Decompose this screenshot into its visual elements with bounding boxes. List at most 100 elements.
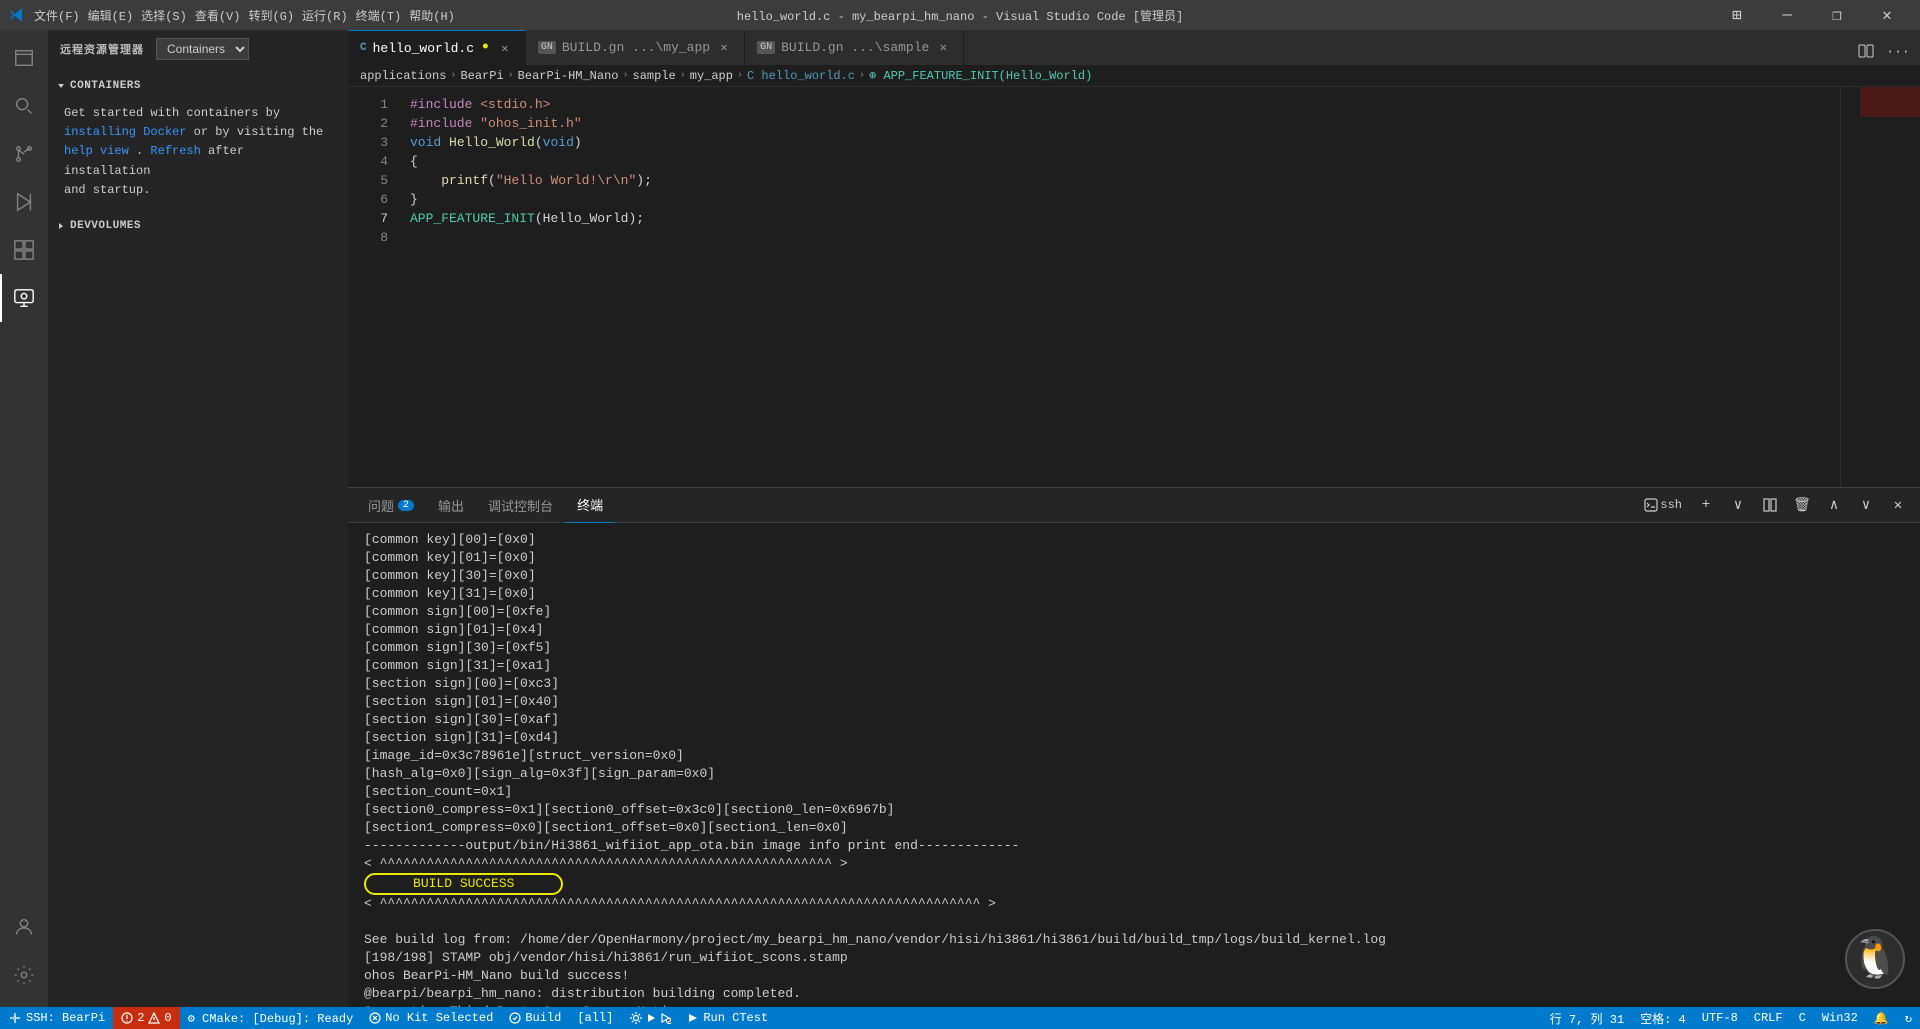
line-num-6: 6 [348,190,388,209]
grid-button[interactable]: ⊞ [1714,0,1760,30]
breadcrumb-sep2: › [508,70,514,81]
sidebar-dropdown[interactable]: Containers [156,38,249,60]
tab-build-my-app-label: BUILD.gn ...\my_app [562,40,710,55]
close-button[interactable]: ✕ [1864,0,1910,30]
term-line-8: [common sign][31]=[0xa1] [364,658,551,673]
breadcrumb-sample[interactable]: sample [633,69,676,83]
tab-hello-world[interactable]: C hello_world.c • ✕ [348,30,526,65]
containers-text1: Get started with containers by [64,106,280,120]
debug-action-icon[interactable] [659,1012,671,1024]
line-num-7: 7 [348,209,388,228]
code-editor[interactable]: 1 2 3 4 5 6 7 8 #include <stdio.h> #incl… [348,87,1920,487]
cmake-label: ⚙ CMake: [Debug]: Ready [188,1011,354,1026]
menu-help[interactable]: 帮助(H) [409,7,455,24]
floating-icon[interactable]: 🐧 [1845,924,1905,994]
add-terminal-button[interactable]: + [1692,491,1720,519]
tab-build-my-app[interactable]: GN BUILD.gn ...\my_app ✕ [526,30,745,65]
activity-source-control[interactable] [0,130,48,178]
panel-chevron-down-button2[interactable]: ∨ [1852,491,1880,519]
status-build[interactable]: Build [501,1007,569,1029]
maximize-button[interactable]: ❐ [1814,0,1860,30]
sidebar: 远程资源管理器 Containers CONTAINERS Get starte… [48,30,348,1007]
status-all[interactable]: [all] [569,1007,621,1029]
panel-chevron-up-button[interactable]: ∧ [1820,491,1848,519]
error-count: 2 [137,1011,144,1025]
code-content[interactable]: #include <stdio.h> #include "ohos_init.h… [398,87,1840,487]
status-line-col[interactable]: 行 7, 列 31 [1542,1007,1632,1029]
panel-terminal-label: 终端 [577,495,603,514]
panel-tab-output[interactable]: 输出 [426,488,476,523]
panel-tab-debug[interactable]: 调试控制台 [476,488,565,523]
status-encoding[interactable]: UTF-8 [1694,1007,1746,1029]
split-terminal-button[interactable] [1756,491,1784,519]
containers-section: CONTAINERS Get started with containers b… [48,68,348,216]
notification-icon: 🔔 [1874,1011,1889,1026]
term-line-24: ohos BearPi-HM_Nano build success! [364,968,629,983]
split-editor-button[interactable] [1852,37,1880,65]
help-view-link[interactable]: help view [64,144,129,158]
status-line-ending[interactable]: CRLF [1746,1007,1791,1029]
activity-accounts[interactable] [0,903,48,951]
panel-tab-terminal[interactable]: 终端 [565,488,615,523]
floating-avatar[interactable]: 🐧 [1845,929,1905,989]
menu-edit[interactable]: 编辑(E) [88,7,134,24]
panel-output-label: 输出 [438,496,464,515]
menu-goto[interactable]: 转到(G) [248,7,294,24]
breadcrumb-applications[interactable]: applications [360,69,446,83]
status-errors[interactable]: 2 0 [113,1007,179,1029]
status-platform[interactable]: Win32 [1814,1007,1866,1029]
term-line-21: < ^^^^^^^^^^^^^^^^^^^^^^^^^^^^^^^^^^^^^^… [364,896,996,911]
panel: 问题 2 输出 调试控制台 终端 ssh [348,487,1920,1007]
settings-action-icon[interactable] [629,1011,643,1025]
install-docker-link[interactable]: installing Docker [64,125,186,139]
refresh-link[interactable]: Refresh [150,144,200,158]
breadcrumb-my-app[interactable]: my_app [690,69,733,83]
term-line-3: [common key][30]=[0x0] [364,568,536,583]
devvolumes-section-header[interactable]: DEVVOLUMES [48,216,348,236]
minimize-button[interactable]: — [1764,0,1810,30]
menu-terminal[interactable]: 终端(T) [356,7,402,24]
activity-settings[interactable] [0,951,48,999]
line-numbers: 1 2 3 4 5 6 7 8 [348,87,398,487]
menu-run[interactable]: 运行(R) [302,7,348,24]
breadcrumb-file[interactable]: C hello_world.c [747,69,855,83]
status-remote[interactable]: SSH: BearPi [0,1007,113,1029]
activity-extensions[interactable] [0,226,48,274]
play-action-icon[interactable] [645,1012,657,1024]
term-line-15: [section_count=0x1] [364,784,512,799]
more-tabs-button[interactable]: ··· [1884,37,1912,65]
activity-explorer[interactable] [0,34,48,82]
status-cmake[interactable]: ⚙ CMake: [Debug]: Ready [180,1007,362,1029]
tab-hello-world-close[interactable]: ✕ [497,40,513,56]
panel-tab-problems[interactable]: 问题 2 [356,488,426,523]
terminal-content[interactable]: [common key][00]=[0x0] [common key][01]=… [348,523,1920,1007]
status-sync[interactable]: ↻ [1897,1007,1920,1029]
status-notification[interactable]: 🔔 [1866,1007,1897,1029]
breadcrumb-bearpi-hm-nano[interactable]: BearPi-HM_Nano [518,69,619,83]
gn-file-icon1: GN [538,41,556,54]
containers-section-header[interactable]: CONTAINERS [48,76,348,96]
activity-search[interactable] [0,82,48,130]
activity-run[interactable] [0,178,48,226]
chevron-down-button[interactable]: ∨ [1724,491,1752,519]
menu-view[interactable]: 查看(V) [195,7,241,24]
status-language[interactable]: C [1791,1007,1814,1029]
delete-terminal-button[interactable]: 🗑 [1788,491,1816,519]
menu-select[interactable]: 选择(S) [141,7,187,24]
activity-remote-explorer[interactable] [0,274,48,322]
status-right: 行 7, 列 31 空格: 4 UTF-8 CRLF C Win32 🔔 ↻ [1542,1007,1920,1029]
nokit-icon [369,1012,381,1024]
panel-close-button[interactable]: ✕ [1884,491,1912,519]
breadcrumb-symbol[interactable]: ⊕ APP_FEATURE_INIT(Hello_World) [869,68,1092,83]
line-num-2: 2 [348,114,388,133]
status-nokit[interactable]: No Kit Selected [361,1007,501,1029]
status-spaces[interactable]: 空格: 4 [1632,1007,1694,1029]
term-line-17: [section1_compress=0x0][section1_offset=… [364,820,848,835]
line-ending-label: CRLF [1754,1011,1783,1025]
tab-build-my-app-close[interactable]: ✕ [716,40,732,56]
tab-build-sample-close[interactable]: ✕ [935,40,951,56]
menu-file[interactable]: 文件(F) [34,7,80,24]
status-run-ctest[interactable]: Run CTest [679,1007,776,1029]
tab-build-sample[interactable]: GN BUILD.gn ...\sample ✕ [745,30,964,65]
breadcrumb-bearpi[interactable]: BearPi [460,69,503,83]
